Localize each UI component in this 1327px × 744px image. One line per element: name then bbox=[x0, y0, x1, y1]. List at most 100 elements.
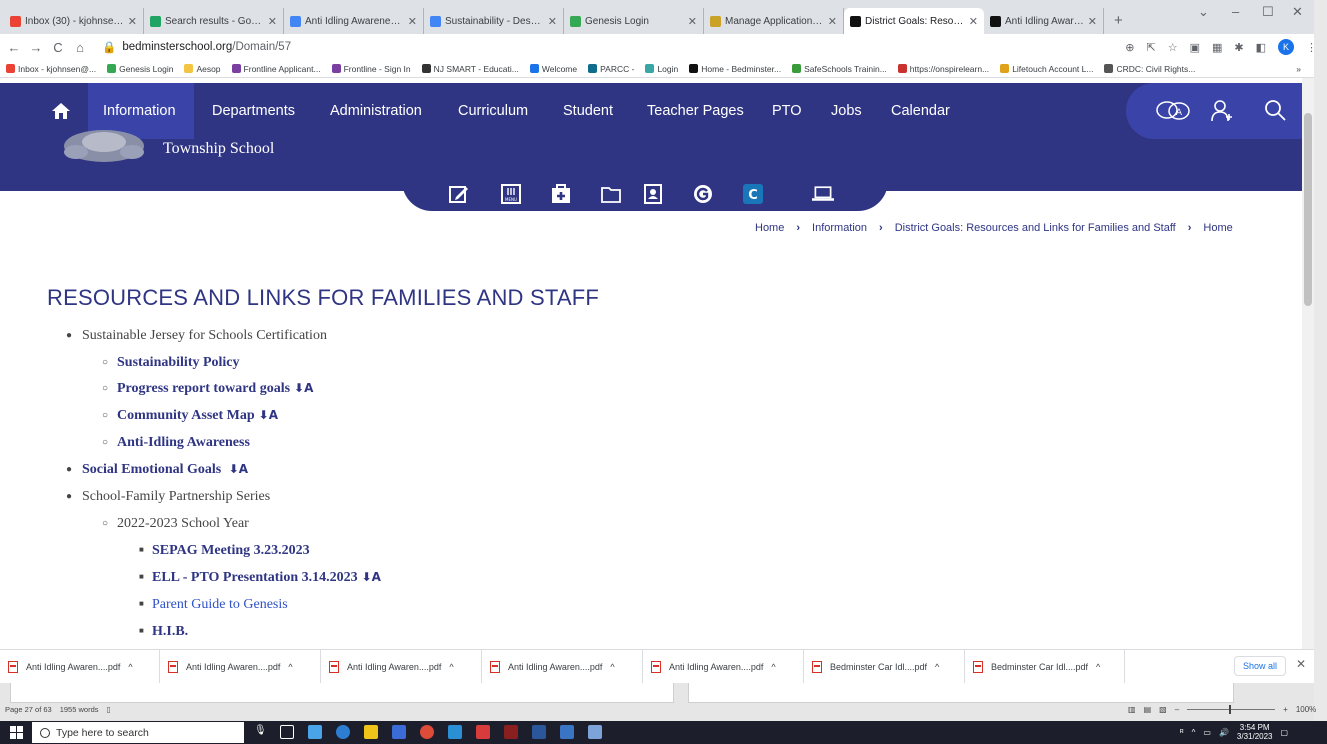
chrome-icon[interactable] bbox=[420, 725, 434, 739]
forward-icon[interactable]: → bbox=[28, 40, 44, 55]
close-tab-icon[interactable]: ✕ bbox=[548, 15, 557, 28]
bookmark-item[interactable]: Genesis Login bbox=[107, 64, 173, 74]
close-tab-icon[interactable]: ✕ bbox=[408, 15, 417, 28]
download-item[interactable]: Anti Idling Awaren....pdf ^ bbox=[0, 650, 160, 684]
store-icon[interactable] bbox=[364, 725, 378, 739]
chevron-up-icon[interactable]: ^ bbox=[128, 662, 132, 672]
menu-icon[interactable]: MENU bbox=[500, 184, 522, 204]
people-icon[interactable]: ᴿ bbox=[1180, 728, 1184, 737]
nav-administration[interactable]: Administration bbox=[330, 103, 422, 119]
genesis-g-icon[interactable] bbox=[692, 184, 714, 204]
bookmark-item[interactable]: Inbox - kjohnsen@... bbox=[6, 64, 96, 74]
extension-icon-2[interactable]: ▦ bbox=[1212, 41, 1222, 54]
close-tab-icon[interactable]: ✕ bbox=[828, 15, 837, 28]
proofing-icon[interactable]: ▯ bbox=[107, 705, 111, 714]
volume-icon[interactable]: 🔊 bbox=[1219, 728, 1229, 737]
zoom-in-icon[interactable]: + bbox=[1283, 705, 1288, 714]
chevron-up-icon[interactable]: ^ bbox=[288, 662, 292, 672]
app-icon-4[interactable] bbox=[560, 725, 574, 739]
breadcrumb-home[interactable]: Home bbox=[755, 222, 784, 234]
profile-avatar[interactable]: K bbox=[1278, 39, 1294, 55]
notification-icon[interactable]: ▢ bbox=[1281, 728, 1289, 737]
nav-calendar[interactable]: Calendar bbox=[891, 103, 950, 119]
browser-tab[interactable]: Anti Idling Awareness - Go ✕ bbox=[284, 8, 424, 34]
mail-icon[interactable] bbox=[392, 725, 406, 739]
home-icon[interactable]: ⌂ bbox=[72, 40, 88, 55]
close-tab-icon[interactable]: ✕ bbox=[128, 15, 137, 28]
browser-tab[interactable]: District Goals: Resources a ✕ bbox=[844, 8, 984, 34]
nav-information[interactable]: Information bbox=[103, 103, 176, 119]
print-layout-icon[interactable]: ▤ bbox=[1144, 705, 1152, 714]
user-add-icon[interactable] bbox=[1210, 99, 1234, 123]
new-tab-button[interactable]: + bbox=[1114, 12, 1123, 29]
reload-icon[interactable]: C bbox=[50, 40, 66, 55]
close-tab-icon[interactable]: ✕ bbox=[1088, 15, 1097, 28]
read-mode-icon[interactable]: ▥ bbox=[1128, 705, 1136, 714]
bookmark-item[interactable]: Login bbox=[645, 64, 678, 74]
browser-tab[interactable]: Genesis Login ✕ bbox=[564, 8, 704, 34]
clock[interactable]: 3:54 PM 3/31/2023 bbox=[1237, 723, 1273, 741]
download-item[interactable]: Anti Idling Awaren....pdf ^ bbox=[321, 650, 482, 684]
chevron-up-icon[interactable]: ^ bbox=[449, 662, 453, 672]
link-social-emotional-goals[interactable]: Social Emotional Goals ⬇A bbox=[82, 462, 248, 478]
link-sustainability-policy[interactable]: Sustainability Policy bbox=[117, 355, 240, 371]
link-parent-guide-genesis[interactable]: Parent Guide to Genesis bbox=[152, 597, 288, 613]
back-icon[interactable]: ← bbox=[6, 40, 22, 55]
page-scrollbar[interactable] bbox=[1302, 78, 1314, 649]
windows-start-icon[interactable] bbox=[10, 726, 24, 739]
word-icon[interactable] bbox=[532, 725, 546, 739]
folder-icon[interactable] bbox=[600, 184, 622, 204]
home-nav-icon[interactable] bbox=[51, 102, 71, 120]
bookmark-item[interactable]: NJ SMART - Educati... bbox=[421, 64, 519, 74]
chevron-up-icon[interactable]: ^ bbox=[935, 662, 939, 672]
extension-icon[interactable]: ▣ bbox=[1190, 41, 1200, 54]
link-hib[interactable]: H.I.B. bbox=[152, 624, 188, 640]
close-tab-icon[interactable]: ✕ bbox=[268, 15, 277, 28]
contacts-icon[interactable] bbox=[642, 184, 664, 204]
chevron-up-icon[interactable]: ^ bbox=[1192, 728, 1196, 737]
app-icon-2[interactable] bbox=[476, 725, 490, 739]
show-all-button[interactable]: Show all bbox=[1234, 656, 1286, 676]
search-icon[interactable] bbox=[1264, 99, 1286, 121]
zoom-icon[interactable]: ⊕ bbox=[1125, 41, 1134, 54]
file-explorer-icon[interactable] bbox=[308, 725, 322, 739]
bookmark-item[interactable]: Aesop bbox=[184, 64, 221, 74]
link-anti-idling[interactable]: Anti-Idling Awareness bbox=[117, 435, 250, 451]
browser-tab[interactable]: Search results - Google D ✕ bbox=[144, 8, 284, 34]
bookmark-item[interactable]: https://onspirelearn... bbox=[897, 64, 989, 74]
chevron-up-icon[interactable]: ^ bbox=[610, 662, 614, 672]
link-sepag-meeting[interactable]: SEPAG Meeting 3.23.2023 bbox=[152, 543, 310, 559]
translate-icon[interactable]: A bbox=[1156, 100, 1190, 122]
download-translate-icon[interactable]: ⬇A bbox=[294, 381, 313, 395]
medical-icon[interactable] bbox=[550, 184, 572, 204]
minimize-icon[interactable]: – bbox=[1232, 4, 1239, 19]
nav-jobs[interactable]: Jobs bbox=[831, 103, 862, 119]
link-community-asset-map[interactable]: Community Asset Map ⬇A bbox=[117, 408, 278, 424]
close-window-icon[interactable]: ✕ bbox=[1292, 4, 1303, 20]
nav-departments[interactable]: Departments bbox=[212, 103, 295, 119]
download-item[interactable]: Anti Idling Awaren....pdf ^ bbox=[643, 650, 804, 684]
download-item[interactable]: Anti Idling Awaren....pdf ^ bbox=[160, 650, 321, 684]
bookmark-item[interactable]: Lifetouch Account L... bbox=[1000, 64, 1093, 74]
c-app-icon[interactable]: C bbox=[742, 184, 764, 204]
microphone-icon[interactable]: 🎙 bbox=[254, 725, 268, 739]
app-icon-5[interactable] bbox=[588, 725, 602, 739]
browser-tab[interactable]: Manage Application - Sust ✕ bbox=[704, 8, 844, 34]
zoom-level[interactable]: 100% bbox=[1296, 705, 1316, 714]
bookmark-item[interactable]: SafeSchools Trainin... bbox=[792, 64, 887, 74]
bookmark-item[interactable]: Welcome bbox=[529, 64, 577, 74]
task-view-icon[interactable] bbox=[280, 725, 294, 739]
breadcrumb-district-goals[interactable]: District Goals: Resources and Links for … bbox=[895, 222, 1176, 234]
app-icon-3[interactable] bbox=[504, 725, 518, 739]
bookmark-item[interactable]: CRDC: Civil Rights... bbox=[1104, 64, 1195, 74]
maximize-icon[interactable]: ☐ bbox=[1262, 4, 1274, 20]
puzzle-icon[interactable]: ✱ bbox=[1234, 41, 1243, 54]
network-icon[interactable]: ▭ bbox=[1203, 728, 1211, 737]
nav-teacher-pages[interactable]: Teacher Pages bbox=[647, 103, 744, 119]
link-progress-report[interactable]: Progress report toward goals ⬇A bbox=[117, 381, 313, 397]
bookmark-item[interactable]: Frontline Applicant... bbox=[231, 64, 321, 74]
laptop-icon[interactable] bbox=[812, 184, 834, 204]
nav-pto[interactable]: PTO bbox=[772, 103, 802, 119]
web-layout-icon[interactable]: ▧ bbox=[1159, 705, 1167, 714]
close-tab-icon[interactable]: ✕ bbox=[969, 15, 978, 28]
